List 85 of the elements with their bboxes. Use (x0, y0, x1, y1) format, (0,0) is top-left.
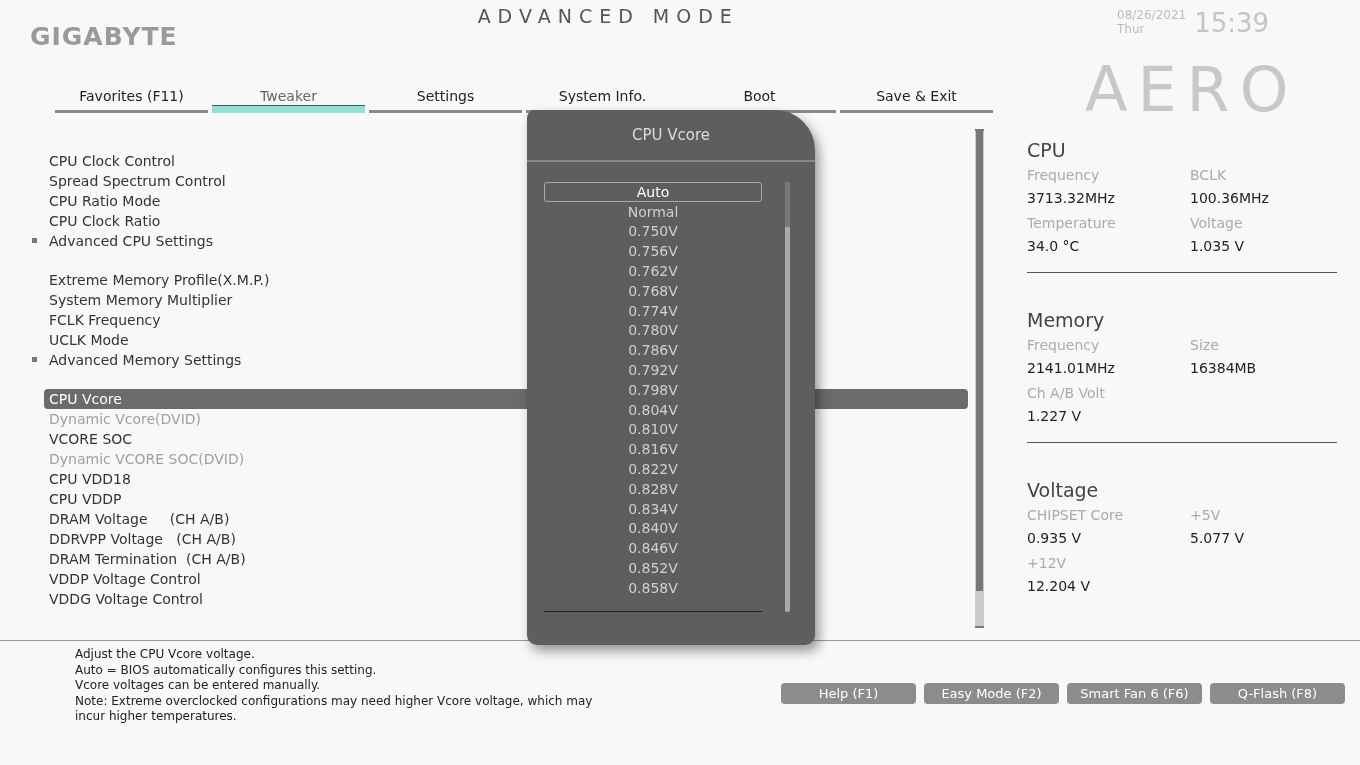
function-button[interactable]: Easy Mode (F2) (924, 683, 1059, 704)
setting-item[interactable]: CPU Clock Ratio (49, 213, 161, 229)
setting-item[interactable]: DRAM Termination (CH A/B) (49, 551, 246, 567)
scrollbar[interactable] (785, 182, 790, 612)
option-item[interactable]: 0.786V (544, 340, 762, 361)
submenu-bullet-icon (32, 357, 37, 362)
reading-label: Frequency (1027, 167, 1101, 183)
option-item[interactable]: Normal (544, 201, 762, 222)
setting-item[interactable]: FCLK Frequency (49, 312, 161, 328)
reading-value: 1.035 V (1190, 238, 1246, 254)
setting-item[interactable]: UCLK Mode (49, 332, 129, 348)
option-item[interactable]: 0.816V (544, 439, 762, 460)
brand-logo: GIGABYTE (30, 22, 178, 51)
option-item[interactable]: 0.768V (544, 281, 762, 301)
reading-value: 1.227 V (1027, 408, 1083, 424)
option-item[interactable]: 0.774V (544, 300, 762, 321)
setting-item[interactable]: Spread Spectrum Control (49, 173, 226, 189)
reading-value: 2141.01MHz (1027, 360, 1116, 376)
menu-tab[interactable]: Tweaker (212, 88, 365, 113)
setting-item[interactable]: Advanced Memory Settings (49, 352, 242, 368)
help-text: Auto = BIOS automatically configures this setting. (75, 662, 378, 679)
option-item[interactable]: 0.756V (544, 241, 762, 262)
setting-item[interactable]: VDDG Voltage Control (49, 591, 203, 607)
date-text: 08/26/2021 (1117, 8, 1187, 22)
setting-item[interactable]: CPU VDDP (49, 491, 122, 507)
setting-item[interactable]: CPU Ratio Mode (49, 193, 161, 209)
reading-label: CHIPSET Core (1027, 507, 1124, 523)
reading-label: +5V (1190, 507, 1222, 523)
popup-title: CPU Vcore (527, 110, 815, 162)
reading-value: 5.077 V (1190, 530, 1246, 546)
function-button[interactable]: Help (F1) (781, 683, 916, 704)
option-item[interactable]: 0.798V (544, 379, 762, 400)
setting-item[interactable]: CPU Clock Control (49, 153, 175, 169)
option-item[interactable]: 0.822V (544, 459, 762, 479)
reading-value: 100.36MHz (1190, 190, 1270, 206)
setting-item[interactable]: CPU Vcore (49, 391, 122, 407)
option-item[interactable]: 0.828V (544, 478, 762, 499)
mode-title: ADVANCED MODE (477, 5, 739, 27)
help-text: Adjust the CPU Vcore voltage. (75, 647, 256, 663)
function-button[interactable]: Smart Fan 6 (F6) (1067, 683, 1202, 704)
reading-label: Size (1190, 337, 1220, 353)
reading-label: Frequency (1027, 337, 1101, 353)
option-item[interactable]: 0.750V (544, 221, 762, 242)
function-button[interactable]: Q-Flash (F8) (1210, 683, 1345, 704)
setting-item[interactable]: DDRVPP Voltage (CH A/B) (49, 531, 236, 547)
option-item[interactable]: 0.858V (544, 577, 762, 598)
submenu-bullet-icon (32, 238, 37, 243)
reading-label: Voltage (1190, 215, 1244, 231)
option-item[interactable]: 0.780V (544, 320, 762, 341)
menu-tab[interactable]: Favorites (F11) (55, 88, 208, 113)
setting-item[interactable]: VDDP Voltage Control (49, 571, 201, 587)
menu-tab[interactable]: Save & Exit (840, 88, 993, 113)
scrollbar[interactable] (975, 129, 984, 628)
setting-item[interactable]: DRAM Voltage (CH A/B) (49, 511, 230, 527)
menu-tab[interactable]: Settings (369, 88, 522, 113)
setting-item[interactable]: Extreme Memory Profile(X.M.P.) (49, 272, 270, 288)
option-item[interactable]: Auto (544, 182, 762, 202)
setting-item[interactable]: VCORE SOC (49, 431, 133, 447)
reading-label: Temperature (1027, 215, 1117, 231)
section-title: Voltage (1027, 479, 1100, 501)
section-title: Memory (1027, 309, 1106, 331)
reading-value: 16384MB (1190, 360, 1258, 376)
reading-value: 0.935 V (1027, 530, 1083, 546)
setting-item[interactable]: CPU VDD18 (49, 471, 131, 487)
reading-value: 34.0 °C (1027, 238, 1081, 254)
reading-value: 12.204 V (1027, 578, 1091, 594)
option-item[interactable]: 0.804V (544, 399, 762, 420)
option-item[interactable]: 0.792V (544, 360, 762, 380)
reading-label: Ch A/B Volt (1027, 385, 1106, 401)
section-title: CPU (1027, 139, 1067, 161)
help-text: Note: Extreme overclocked configurations may need higher Vcore voltage, which may (75, 693, 593, 710)
option-item[interactable]: 0.810V (544, 419, 762, 440)
option-item[interactable]: 0.852V (544, 558, 762, 578)
option-item[interactable]: 0.762V (544, 261, 762, 281)
weekday-text: Thur (1117, 22, 1146, 36)
reading-label: BCLK (1190, 167, 1228, 183)
setting-item[interactable]: System Memory Multiplier (49, 292, 233, 308)
help-text: incur higher temperatures. (75, 709, 238, 725)
help-text: Vcore voltages can be entered manually. (75, 678, 322, 694)
setting-item[interactable]: Advanced CPU Settings (49, 233, 213, 249)
option-item[interactable]: 0.846V (544, 538, 762, 559)
reading-value: 3713.32MHz (1027, 190, 1116, 206)
reading-label: +12V (1027, 555, 1068, 571)
option-item[interactable]: 0.840V (544, 518, 762, 539)
option-item[interactable]: 0.834V (544, 498, 762, 519)
